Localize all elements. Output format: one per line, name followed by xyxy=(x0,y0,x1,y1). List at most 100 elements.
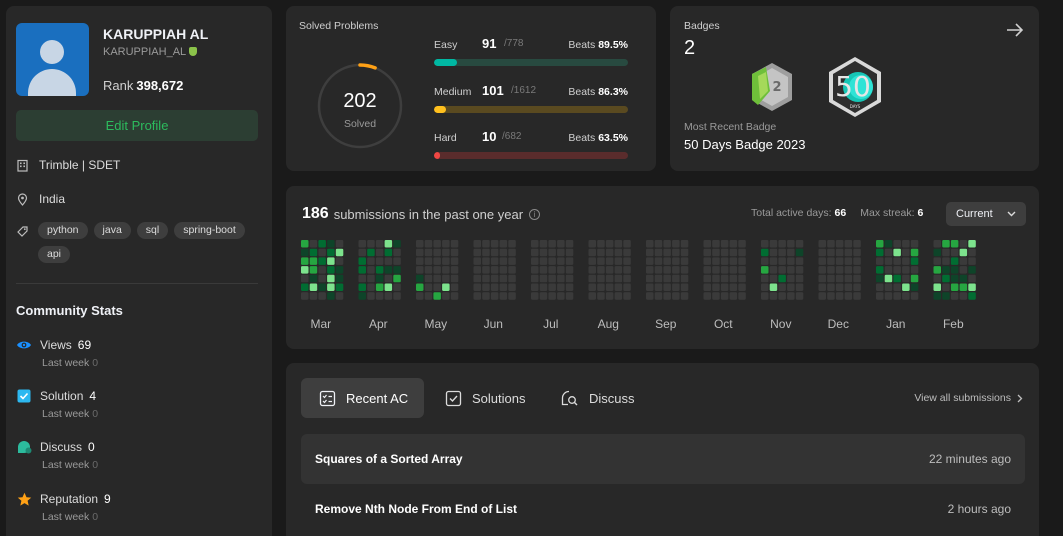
heatmap-cell[interactable] xyxy=(499,248,508,257)
heatmap-cell[interactable] xyxy=(557,257,565,265)
heatmap-cell[interactable] xyxy=(416,283,424,292)
heatmap-cell[interactable] xyxy=(384,257,393,265)
heatmap-cell[interactable] xyxy=(318,257,326,265)
heatmap-cell[interactable] xyxy=(654,266,663,274)
heatmap-cell[interactable] xyxy=(835,248,844,257)
heatmap-cell[interactable] xyxy=(738,283,746,292)
heatmap-cell[interactable] xyxy=(358,240,367,248)
heatmap-cell[interactable] xyxy=(893,266,901,274)
heatmap-cell[interactable] xyxy=(539,257,548,265)
heatmap-cell[interactable] xyxy=(393,292,401,300)
heatmap-cell[interactable] xyxy=(597,283,605,292)
heatmap-cell[interactable] xyxy=(450,248,459,257)
heatmap-cell[interactable] xyxy=(548,283,556,292)
heatmap-cell[interactable] xyxy=(910,292,919,300)
heatmap-cell[interactable] xyxy=(301,266,309,274)
heatmap-cell[interactable] xyxy=(795,292,804,300)
heatmap-cell[interactable] xyxy=(473,292,482,300)
heatmap-cell[interactable] xyxy=(318,292,326,300)
heatmap-cell[interactable] xyxy=(884,257,893,265)
heatmap-cell[interactable] xyxy=(942,257,950,265)
heatmap-cell[interactable] xyxy=(623,283,631,292)
heatmap-cell[interactable] xyxy=(835,240,844,248)
heatmap-cell[interactable] xyxy=(614,266,623,274)
heatmap-cell[interactable] xyxy=(720,292,729,300)
heatmap-cell[interactable] xyxy=(473,257,482,265)
heatmap-cell[interactable] xyxy=(959,240,968,248)
heatmap-cell[interactable] xyxy=(318,283,326,292)
heatmap-cell[interactable] xyxy=(375,266,384,274)
heatmap-cell[interactable] xyxy=(902,283,910,292)
heatmap-cell[interactable] xyxy=(301,240,309,248)
heatmap-cell[interactable] xyxy=(416,292,424,300)
heatmap-cell[interactable] xyxy=(910,240,919,248)
heatmap-cell[interactable] xyxy=(778,274,786,283)
heatmap-cell[interactable] xyxy=(482,283,490,292)
heatmap-cell[interactable] xyxy=(327,240,335,248)
heatmap-cell[interactable] xyxy=(663,274,671,283)
heatmap-cell[interactable] xyxy=(605,292,614,300)
heatmap-cell[interactable] xyxy=(614,292,623,300)
heatmap-cell[interactable] xyxy=(654,283,663,292)
heatmap-cell[interactable] xyxy=(309,292,318,300)
heatmap-cell[interactable] xyxy=(818,240,827,248)
heatmap-cell[interactable] xyxy=(490,257,499,265)
heatmap-cell[interactable] xyxy=(301,248,309,257)
heatmap-cell[interactable] xyxy=(499,274,508,283)
heatmap-cell[interactable] xyxy=(424,266,433,274)
heatmap-cell[interactable] xyxy=(853,240,861,248)
heatmap-cell[interactable] xyxy=(680,240,689,248)
heatmap-cell[interactable] xyxy=(367,274,375,283)
heatmap-cell[interactable] xyxy=(384,248,393,257)
tab-solutions[interactable]: Solutions xyxy=(427,378,541,418)
heatmap-cell[interactable] xyxy=(335,248,344,257)
heatmap-cell[interactable] xyxy=(499,266,508,274)
heatmap-cell[interactable] xyxy=(950,240,959,248)
heatmap-cell[interactable] xyxy=(787,292,795,300)
heatmap-cell[interactable] xyxy=(672,257,680,265)
heatmap-cell[interactable] xyxy=(769,240,778,248)
heatmap-cell[interactable] xyxy=(473,248,482,257)
heatmap-cell[interactable] xyxy=(433,274,441,283)
heatmap-cell[interactable] xyxy=(548,248,556,257)
heatmap-cell[interactable] xyxy=(853,266,861,274)
heatmap-cell[interactable] xyxy=(835,292,844,300)
heatmap-cell[interactable] xyxy=(893,283,901,292)
heatmap-cell[interactable] xyxy=(490,292,499,300)
heatmap-cell[interactable] xyxy=(672,292,680,300)
heatmap-cell[interactable] xyxy=(827,248,835,257)
heatmap-cell[interactable] xyxy=(367,266,375,274)
heatmap-cell[interactable] xyxy=(910,248,919,257)
heatmap-cell[interactable] xyxy=(942,283,950,292)
heatmap-cell[interactable] xyxy=(672,283,680,292)
heatmap-cell[interactable] xyxy=(548,257,556,265)
heatmap-cell[interactable] xyxy=(367,248,375,257)
heatmap-cell[interactable] xyxy=(795,248,804,257)
heatmap-cell[interactable] xyxy=(318,266,326,274)
heatmap-cell[interactable] xyxy=(720,266,729,274)
heatmap-cell[interactable] xyxy=(375,248,384,257)
heatmap-cell[interactable] xyxy=(818,248,827,257)
heatmap-cell[interactable] xyxy=(778,240,786,248)
heatmap-cell[interactable] xyxy=(442,266,450,274)
heatmap-cell[interactable] xyxy=(720,248,729,257)
heatmap-cell[interactable] xyxy=(508,248,516,257)
heatmap-cell[interactable] xyxy=(416,266,424,274)
heatmap-cell[interactable] xyxy=(680,266,689,274)
heatmap-cell[interactable] xyxy=(490,266,499,274)
heatmap-cell[interactable] xyxy=(703,292,712,300)
heatmap-cell[interactable] xyxy=(729,274,738,283)
heatmap-cell[interactable] xyxy=(490,248,499,257)
heatmap-cell[interactable] xyxy=(531,266,539,274)
heatmap-cell[interactable] xyxy=(959,292,968,300)
heatmap-cell[interactable] xyxy=(473,240,482,248)
heatmap-cell[interactable] xyxy=(473,266,482,274)
heatmap-cell[interactable] xyxy=(910,274,919,283)
heatmap-cell[interactable] xyxy=(835,274,844,283)
heatmap-cell[interactable] xyxy=(703,274,712,283)
heatmap-cell[interactable] xyxy=(729,240,738,248)
heatmap-cell[interactable] xyxy=(646,292,654,300)
heatmap-cell[interactable] xyxy=(358,292,367,300)
heatmap-cell[interactable] xyxy=(910,257,919,265)
heatmap-cell[interactable] xyxy=(884,292,893,300)
